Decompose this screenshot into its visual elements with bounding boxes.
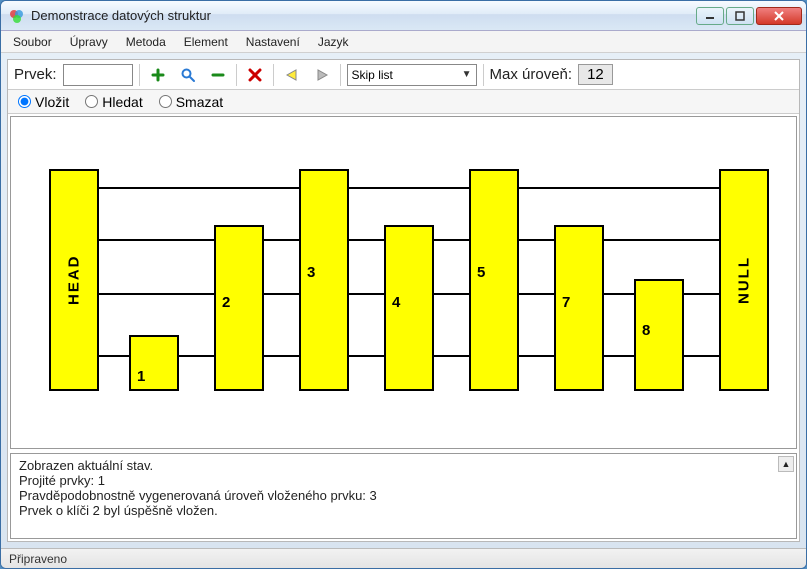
structure-select[interactable]: Skip list ▼ (347, 64, 477, 86)
menu-jazyk[interactable]: Jazyk (310, 33, 357, 51)
link (99, 239, 214, 241)
link (519, 239, 554, 241)
close-button[interactable] (756, 7, 802, 25)
app-window: Demonstrace datových struktur Soubor Úpr… (0, 0, 807, 569)
link (264, 355, 299, 357)
toolbar: Prvek: Skip (8, 60, 799, 90)
menubar: Soubor Úpravy Metoda Element Nastavení J… (1, 31, 806, 53)
client-area: Prvek: Skip (7, 59, 800, 542)
max-level-value: 12 (578, 64, 613, 85)
link (264, 239, 299, 241)
node-null: NULL (719, 169, 769, 391)
app-icon (9, 8, 25, 24)
node-4: 4 (384, 225, 434, 391)
menu-element[interactable]: Element (176, 33, 236, 51)
minimize-button[interactable] (696, 7, 724, 25)
menu-metoda[interactable]: Metoda (118, 33, 174, 51)
node-1: 1 (129, 335, 179, 391)
scroll-up-button[interactable]: ▲ (778, 456, 794, 472)
separator (236, 64, 237, 86)
step-forward-button[interactable] (310, 63, 334, 87)
log-line: Projité prvky: 1 (19, 473, 788, 488)
separator (340, 64, 341, 86)
link (684, 293, 719, 295)
chevron-down-icon: ▼ (462, 69, 472, 80)
maximize-button[interactable] (726, 7, 754, 25)
link (179, 355, 214, 357)
step-back-button[interactable] (280, 63, 304, 87)
skiplist-diagram: HEAD 1 2 3 4 5 7 8 NULL (11, 117, 796, 448)
link (434, 239, 469, 241)
node-8: 8 (634, 279, 684, 391)
window-buttons (696, 7, 802, 25)
link (604, 293, 634, 295)
remove-button[interactable] (206, 63, 230, 87)
node-5: 5 (469, 169, 519, 391)
link (349, 187, 469, 189)
link (99, 355, 129, 357)
menu-nastaveni[interactable]: Nastavení (238, 33, 308, 51)
link (519, 187, 719, 189)
search-button[interactable] (176, 63, 200, 87)
node-2: 2 (214, 225, 264, 391)
link (519, 293, 554, 295)
log-panel: Zobrazen aktuální stav. Projité prvky: 1… (10, 453, 797, 539)
link (349, 355, 384, 357)
max-level-label: Max úroveň: (490, 66, 573, 83)
link (349, 239, 384, 241)
status-text: Připraveno (9, 552, 67, 566)
node-head: HEAD (49, 169, 99, 391)
radio-vlozit[interactable]: Vložit (18, 94, 69, 110)
prvek-input[interactable] (63, 64, 133, 86)
separator (273, 64, 274, 86)
radio-smazat[interactable]: Smazat (159, 94, 223, 110)
prvek-label: Prvek: (14, 66, 57, 83)
visualization-canvas: HEAD 1 2 3 4 5 7 8 NULL (10, 116, 797, 449)
structure-select-value: Skip list (352, 68, 393, 82)
window-title: Demonstrace datových struktur (31, 8, 696, 23)
log-line: Prvek o klíči 2 byl úspěšně vložen. (19, 503, 788, 518)
log-line: Zobrazen aktuální stav. (19, 458, 788, 473)
log-line: Pravděpodobnostně vygenerovaná úroveň vl… (19, 488, 788, 503)
link (434, 355, 469, 357)
statusbar: Připraveno (1, 548, 806, 568)
link (684, 355, 719, 357)
separator (483, 64, 484, 86)
link (264, 293, 299, 295)
link (99, 187, 299, 189)
titlebar: Demonstrace datových struktur (1, 1, 806, 31)
menu-upravy[interactable]: Úpravy (62, 33, 116, 51)
link (99, 293, 214, 295)
radio-hledat[interactable]: Hledat (85, 94, 142, 110)
link (519, 355, 554, 357)
link (434, 293, 469, 295)
link (604, 239, 719, 241)
add-button[interactable] (146, 63, 170, 87)
node-7: 7 (554, 225, 604, 391)
mode-radiobar: Vložit Hledat Smazat (8, 90, 799, 114)
node-3: 3 (299, 169, 349, 391)
link (604, 355, 634, 357)
menu-soubor[interactable]: Soubor (5, 33, 60, 51)
delete-button[interactable] (243, 63, 267, 87)
link (349, 293, 384, 295)
separator (139, 64, 140, 86)
